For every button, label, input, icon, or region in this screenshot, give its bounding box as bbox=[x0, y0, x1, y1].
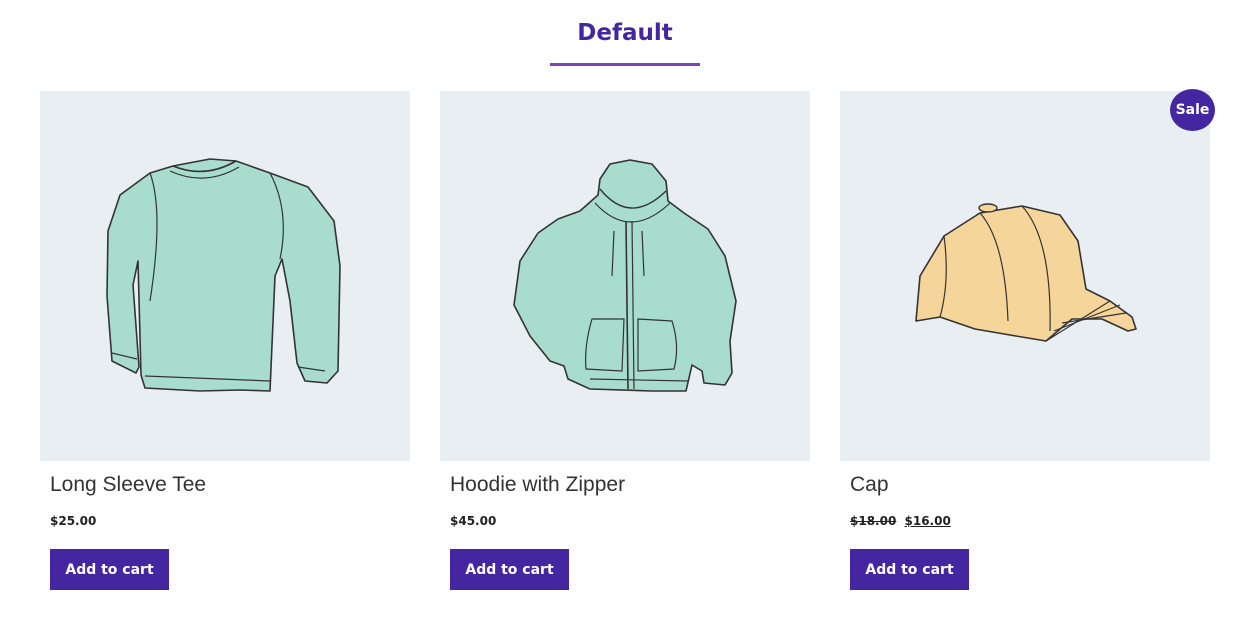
add-to-cart-button[interactable]: Add to cart bbox=[850, 549, 969, 590]
product-card-long-sleeve-tee: Long Sleeve Tee $25.00 Add to cart bbox=[40, 91, 410, 590]
price-current: $45.00 bbox=[450, 514, 497, 528]
add-to-cart-button[interactable]: Add to cart bbox=[450, 549, 569, 590]
product-image[interactable] bbox=[840, 91, 1210, 461]
product-image[interactable] bbox=[40, 91, 410, 461]
product-image[interactable] bbox=[440, 91, 810, 461]
product-card-hoodie-with-zipper: Hoodie with Zipper $45.00 Add to cart bbox=[440, 91, 810, 590]
cap-icon bbox=[915, 203, 1137, 342]
product-price: $45.00 bbox=[450, 514, 496, 528]
tab-default[interactable]: Default bbox=[550, 16, 700, 66]
product-title[interactable]: Long Sleeve Tee bbox=[50, 473, 206, 497]
sale-badge: Sale bbox=[1170, 89, 1215, 131]
tab-underline bbox=[550, 63, 700, 66]
product-price: $25.00 bbox=[50, 514, 96, 528]
product-price: $18.00 $16.00 bbox=[850, 514, 951, 528]
product-card-cap: Cap $18.00 $16.00 Add to cart bbox=[840, 91, 1210, 590]
product-title[interactable]: Cap bbox=[850, 473, 889, 497]
product-title[interactable]: Hoodie with Zipper bbox=[450, 473, 625, 497]
long-sleeve-tee-icon bbox=[106, 158, 341, 392]
hoodie-icon bbox=[513, 159, 737, 392]
tab-title: Default bbox=[577, 20, 673, 46]
add-to-cart-button[interactable]: Add to cart bbox=[50, 549, 169, 590]
price-current: $25.00 bbox=[50, 514, 97, 528]
price-original: $18.00 bbox=[850, 514, 897, 528]
price-sale: $16.00 bbox=[904, 514, 951, 528]
